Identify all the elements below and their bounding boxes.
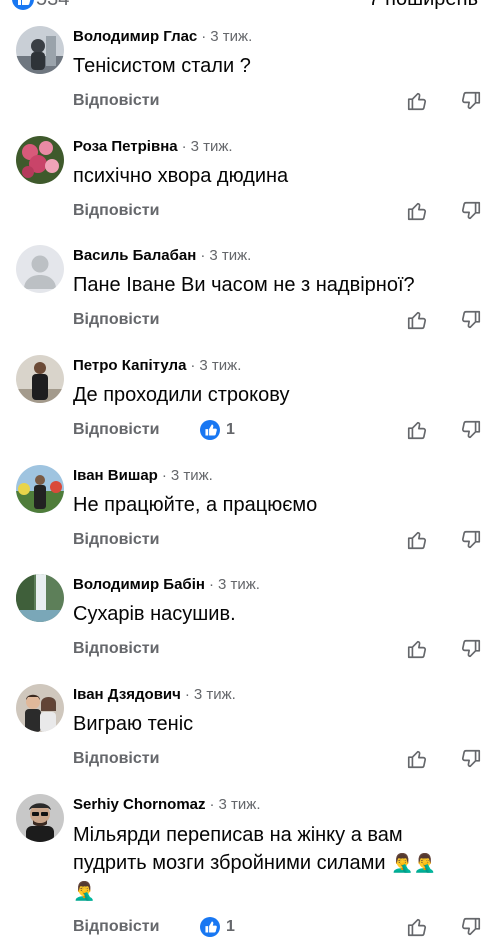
comment-time[interactable]: 3 тиж.: [219, 796, 261, 813]
avatar[interactable]: [16, 465, 64, 513]
commenter-name[interactable]: Іван Вишар: [73, 467, 158, 484]
comment: Serhiy Chornomaz · 3 тиж. Мільярди перепис…: [0, 794, 490, 938]
reply-button[interactable]: Відповісти: [73, 421, 159, 439]
commenter-name[interactable]: Петро Капітула: [73, 357, 186, 374]
thumbs-up-icon[interactable]: [406, 90, 428, 112]
comment-text: Не працюйте, а працюємо: [73, 494, 318, 516]
commenter-name[interactable]: Іван Дзядович: [73, 686, 181, 703]
reaction-count[interactable]: 534: [36, 0, 69, 11]
avatar[interactable]: [16, 574, 64, 622]
comment-header: Іван Вишар · 3 тиж.: [73, 467, 213, 484]
facepalm-emoji: 🤦‍♂️: [391, 853, 414, 873]
thumbs-down-icon[interactable]: [460, 419, 482, 441]
comment-text: Тенісистом стали ?: [73, 55, 251, 77]
comment-time[interactable]: 3 тиж.: [171, 467, 213, 484]
comment-header: Роза Петрівна · 3 тиж.: [73, 138, 233, 155]
comment: Василь Балабан · 3 тиж. Пане Іване Ви часо…: [0, 245, 490, 355]
reactions-bar: 534 7 поширень: [0, 0, 490, 12]
comment-text: Пане Іване Ви часом не з надвірної?: [73, 274, 415, 296]
comment-header: Serhiy Chornomaz · 3 тиж.: [73, 796, 261, 813]
comment: Роза Петрівна · 3 тиж. психічно хвора дюди…: [0, 136, 490, 246]
comment-text-segment: пудрить мозги збройними силами: [73, 852, 386, 874]
comment-text: Мільярди переписав на жінку а вам пудрит…: [73, 821, 473, 905]
avatar[interactable]: [16, 794, 64, 842]
comment-header: Іван Дзядович · 3 тиж.: [73, 686, 236, 703]
comment-text-line: пудрить мозги збройними силами 🤦‍♂️🤦‍♂️: [73, 849, 473, 877]
commenter-name[interactable]: Serhiy Chornomaz: [73, 796, 206, 813]
shares-count[interactable]: 7 поширень: [368, 0, 478, 11]
separator-dot: ·: [200, 247, 206, 264]
comment: Петро Капітула · 3 тиж. Де проходили строк…: [0, 355, 490, 465]
reaction-count: 1: [226, 421, 235, 438]
thumbs-down-icon[interactable]: [460, 748, 482, 770]
comment-header: Володимир Глас · 3 тиж.: [73, 28, 252, 45]
thumbs-up-icon[interactable]: [406, 419, 428, 441]
avatar[interactable]: [16, 136, 64, 184]
comment-time[interactable]: 3 тиж.: [209, 247, 251, 264]
avatar[interactable]: [16, 684, 64, 732]
thumbs-up-icon[interactable]: [406, 916, 428, 938]
comment: Володимир Глас · 3 тиж. Тенісистом стали ?…: [0, 26, 490, 136]
separator-dot: ·: [208, 576, 214, 593]
thumbs-down-icon[interactable]: [460, 90, 482, 112]
like-reaction-icon: [200, 420, 220, 440]
separator-dot: ·: [184, 686, 190, 703]
comment: Володимир Бабін · 3 тиж. Сухарів насушив. …: [0, 574, 490, 684]
like-reaction-icon: [200, 917, 220, 937]
comment-text-line: 🤦‍♂️: [73, 877, 473, 905]
reply-button[interactable]: Відповісти: [73, 640, 159, 658]
reply-button[interactable]: Відповісти: [73, 750, 159, 768]
separator-dot: ·: [209, 796, 215, 813]
reply-button[interactable]: Відповісти: [73, 311, 159, 329]
commenter-name[interactable]: Володимир Глас: [73, 28, 197, 45]
comment: Іван Вишар · 3 тиж. Не працюйте, а працюєм…: [0, 465, 490, 575]
comment-header: Володимир Бабін · 3 тиж.: [73, 576, 260, 593]
comment-time[interactable]: 3 тиж.: [218, 576, 260, 593]
comment-time[interactable]: 3 тиж.: [191, 138, 233, 155]
thumbs-up-icon[interactable]: [406, 309, 428, 331]
commenter-name[interactable]: Роза Петрівна: [73, 138, 178, 155]
thumbs-up-icon[interactable]: [406, 638, 428, 660]
reaction-count: 1: [226, 918, 235, 935]
facepalm-emoji: 🤦‍♂️: [413, 853, 436, 873]
thumbs-down-icon[interactable]: [460, 638, 482, 660]
comment-time[interactable]: 3 тиж.: [210, 28, 252, 45]
like-reaction-icon[interactable]: [12, 0, 34, 10]
commenter-name[interactable]: Володимир Бабін: [73, 576, 205, 593]
reply-button[interactable]: Відповісти: [73, 202, 159, 220]
thumbs-up-icon[interactable]: [406, 529, 428, 551]
comment-time[interactable]: 3 тиж.: [199, 357, 241, 374]
comment-header: Петро Капітула · 3 тиж.: [73, 357, 241, 374]
facepalm-emoji: 🤦‍♂️: [73, 881, 96, 901]
thumbs-down-icon[interactable]: [460, 200, 482, 222]
comment-text: психічно хвора дюдина: [73, 165, 289, 187]
thumbs-up-icon[interactable]: [406, 200, 428, 222]
comment-text: Виграю теніс: [73, 713, 194, 735]
avatar[interactable]: [16, 26, 64, 74]
thumbs-down-icon[interactable]: [460, 309, 482, 331]
avatar[interactable]: [16, 355, 64, 403]
separator-dot: ·: [181, 138, 187, 155]
thumbs-up-icon[interactable]: [406, 748, 428, 770]
separator-dot: ·: [190, 357, 196, 374]
comment-reactions[interactable]: 1: [200, 917, 235, 937]
comment-header: Василь Балабан · 3 тиж.: [73, 247, 251, 264]
thumbs-down-icon[interactable]: [460, 529, 482, 551]
comment-text: Сухарів насушив.: [73, 603, 236, 625]
comment-reactions[interactable]: 1: [200, 420, 235, 440]
separator-dot: ·: [161, 467, 167, 484]
comment-time[interactable]: 3 тиж.: [194, 686, 236, 703]
comment: Іван Дзядович · 3 тиж. Виграю теніс Відпов…: [0, 684, 490, 794]
comment-text: Де проходили строкову: [73, 384, 290, 406]
comment-text-line: Мільярди переписав на жінку а вам: [73, 824, 403, 846]
avatar[interactable]: [16, 245, 64, 293]
separator-dot: ·: [201, 28, 207, 45]
reply-button[interactable]: Відповісти: [73, 918, 159, 936]
reply-button[interactable]: Відповісти: [73, 92, 159, 110]
commenter-name[interactable]: Василь Балабан: [73, 247, 196, 264]
reply-button[interactable]: Відповісти: [73, 531, 159, 549]
thumbs-down-icon[interactable]: [460, 916, 482, 938]
